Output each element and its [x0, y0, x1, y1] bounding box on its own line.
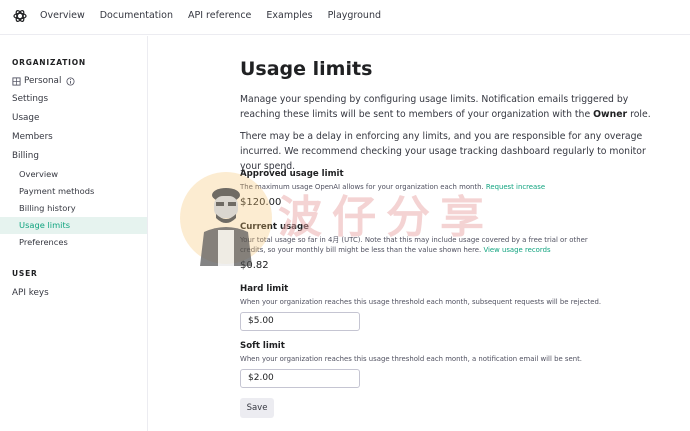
intro-text-end: role.: [627, 109, 651, 120]
save-button[interactable]: Save: [240, 398, 274, 418]
nav-overview[interactable]: Overview: [40, 10, 85, 21]
approved-desc-text: The maximum usage OpenAI allows for your…: [240, 183, 486, 191]
nav-playground[interactable]: Playground: [328, 10, 381, 21]
top-nav: Overview Documentation API reference Exa…: [0, 0, 690, 35]
intro-text: Manage your spending by configuring usag…: [240, 94, 629, 120]
current-usage-amount: $0.82: [240, 260, 269, 271]
sidebar-item-settings[interactable]: Settings: [0, 91, 147, 108]
sidebar-item-billing-overview[interactable]: Overview: [0, 166, 147, 183]
hard-limit-input[interactable]: $5.00: [240, 312, 360, 331]
sidebar-item-billing[interactable]: Billing: [0, 148, 147, 165]
sidebar-item-payment-methods[interactable]: Payment methods: [0, 183, 147, 200]
hard-limit-title: Hard limit: [240, 284, 289, 294]
sidebar-item-usage[interactable]: Usage: [0, 110, 147, 127]
soft-limit-input[interactable]: $2.00: [240, 369, 360, 388]
sidebar-item-preferences[interactable]: Preferences: [0, 234, 147, 251]
current-usage-desc: Your total usage so far in 4月 (UTC). Not…: [240, 235, 600, 255]
org-name: Personal: [24, 76, 62, 86]
nav-examples[interactable]: Examples: [266, 10, 312, 21]
soft-limit-desc: When your organization reaches this usag…: [240, 355, 582, 363]
building-icon: [12, 77, 21, 86]
nav-api-reference[interactable]: API reference: [188, 10, 251, 21]
owner-role: Owner: [593, 109, 628, 120]
nav-documentation[interactable]: Documentation: [100, 10, 173, 21]
delay-paragraph: There may be a delay in enforcing any li…: [240, 131, 646, 172]
approved-limit-title: Approved usage limit: [240, 169, 344, 179]
approved-limit-amount: $120.00: [240, 197, 282, 208]
user-heading: USER: [12, 269, 38, 278]
sidebar-item-api-keys[interactable]: API keys: [0, 285, 147, 302]
info-icon[interactable]: [66, 77, 75, 86]
sidebar-item-billing-history[interactable]: Billing history: [0, 200, 147, 217]
sidebar: ORGANIZATION Personal Settings Usage Mem…: [0, 36, 148, 431]
current-usage-title: Current usage: [240, 222, 309, 232]
openai-logo-icon[interactable]: [12, 8, 28, 24]
request-increase-link[interactable]: Request increase: [486, 183, 545, 191]
organization-heading: ORGANIZATION: [12, 58, 86, 67]
approved-limit-desc: The maximum usage OpenAI allows for your…: [240, 182, 620, 192]
hard-limit-desc: When your organization reaches this usag…: [240, 298, 602, 306]
page-title: Usage limits: [240, 58, 373, 80]
sidebar-item-usage-limits[interactable]: Usage limits: [0, 217, 147, 234]
soft-limit-title: Soft limit: [240, 341, 285, 351]
org-selector-personal[interactable]: Personal: [0, 73, 147, 90]
intro-paragraph: Manage your spending by configuring usag…: [240, 92, 658, 122]
view-usage-records-link[interactable]: View usage records: [483, 246, 550, 254]
sidebar-item-members[interactable]: Members: [0, 129, 147, 146]
